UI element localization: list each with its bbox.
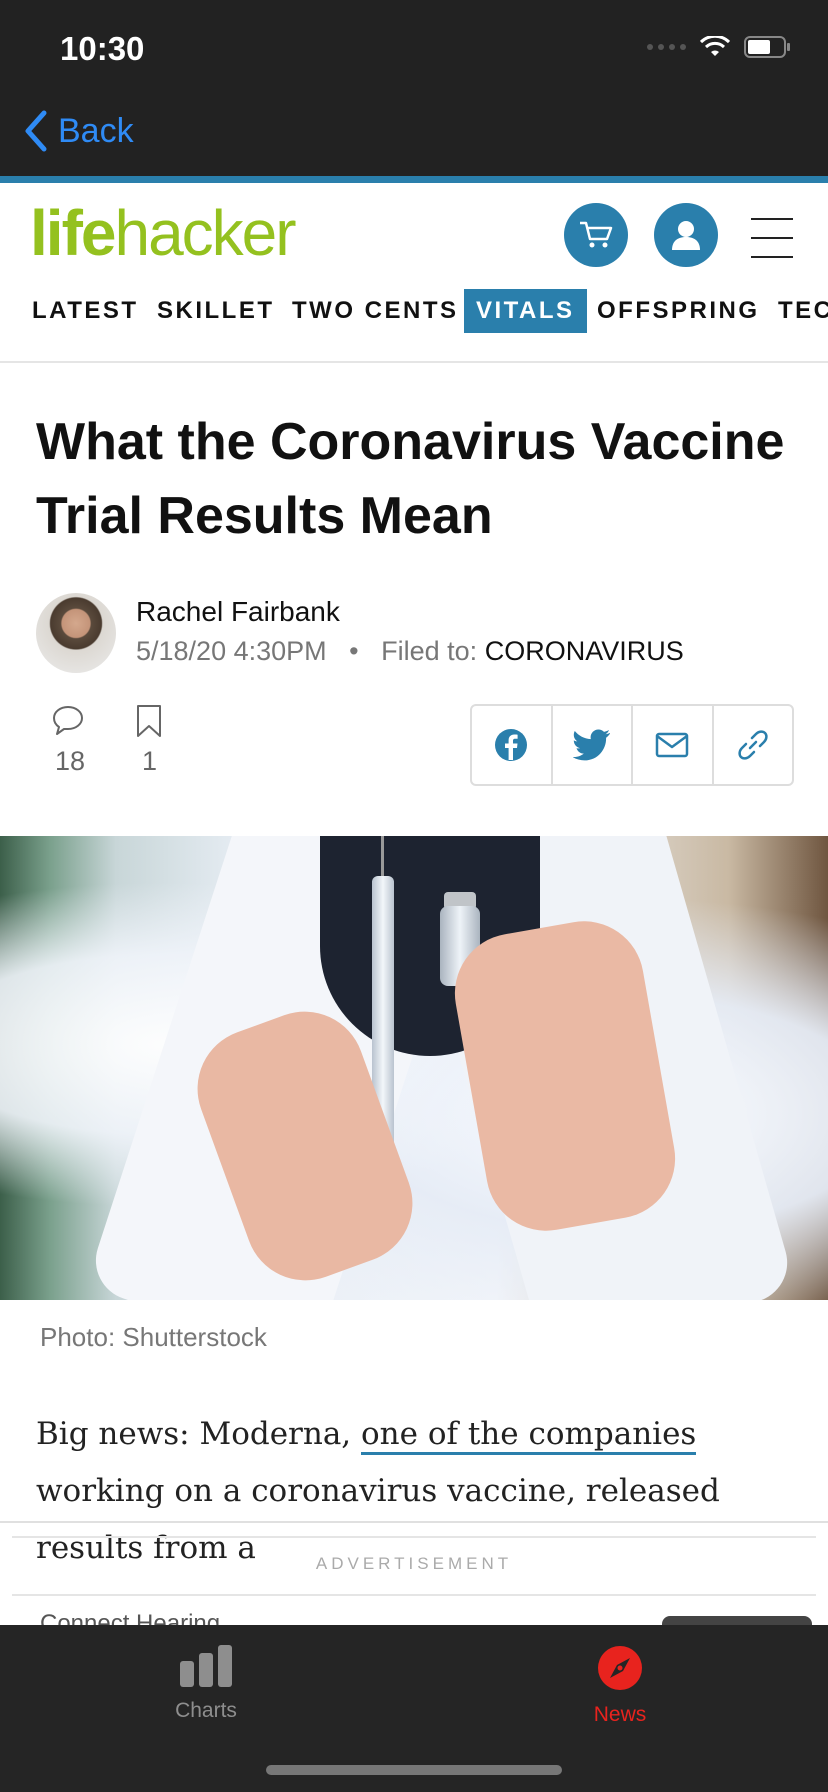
body-text-start: Big news: Moderna, [36,1416,362,1452]
status-bar: 10:30 [0,0,828,100]
bar-chart-icon [180,1645,232,1687]
section-tab-latest[interactable]: LATEST [32,289,139,333]
article-hero-photo [0,836,828,1300]
nav-bar: Back [0,100,828,176]
share-facebook-button[interactable] [472,706,553,784]
comment-icon[interactable] [51,704,85,738]
home-indicator [266,1765,562,1775]
meta-separator: • [334,636,374,666]
logo-part2: hacker [114,197,296,269]
compass-icon [598,1646,642,1690]
link-icon [738,730,768,760]
share-buttons [470,704,794,786]
back-label: Back [58,111,134,150]
status-time: 10:30 [60,30,145,67]
facebook-icon [495,729,528,761]
filed-to-label: Filed to: [381,636,478,666]
author-name[interactable]: Rachel Fairbank [136,596,340,628]
tab-news[interactable]: News [540,1645,700,1727]
article-date: 5/18/20 4:30PM [136,636,327,666]
site-logo[interactable]: lifehacker [30,201,297,265]
account-button[interactable] [654,203,718,267]
cart-icon [580,221,613,248]
comment-count: 18 [55,746,86,776]
section-tab-vitals[interactable]: VITALS [464,289,587,333]
back-button[interactable]: Back [24,110,134,152]
bookmark-count: 1 [142,746,158,776]
site-header: lifehacker LATEST SKILLET TWO CENTS VITA… [0,183,828,363]
bookmark-icon[interactable] [135,704,163,738]
signal-icon [647,44,686,50]
author-avatar[interactable] [36,593,116,673]
article-title: What the Coronavirus Vaccine Trial Resul… [36,413,785,545]
section-nav: LATEST SKILLET TWO CENTS VITALS OFFSPRIN… [0,289,828,333]
logo-part1: life [30,197,116,269]
tab-news-label: News [593,1703,647,1726]
twitter-icon [572,729,610,761]
photo-caption: Photo: Shutterstock [40,1322,267,1352]
section-tab-two-cents[interactable]: TWO CENTS [292,289,459,333]
wifi-icon [700,36,730,56]
user-icon [672,221,700,250]
header-accent-rule [0,176,828,183]
ad-sponsor-name[interactable]: Connect Hearing [40,1610,220,1626]
share-email-button[interactable] [633,706,714,784]
cart-button[interactable] [564,203,628,267]
chevron-left-icon [25,110,47,152]
filed-to-category[interactable]: CORONAVIRUS [485,636,684,666]
status-icons [647,36,792,58]
share-twitter-button[interactable] [553,706,633,784]
section-tab-skillet[interactable]: SKILLET [157,289,275,333]
battery-icon [744,36,790,58]
ad-divider [0,1521,828,1523]
tab-charts[interactable]: Charts [126,1645,286,1723]
body-inline-link[interactable]: one of the companies [361,1416,697,1455]
section-tab-tech[interactable]: TEC [778,289,828,333]
mail-icon [656,732,689,758]
section-tab-offspring[interactable]: OFFSPRING [597,289,760,333]
ad-box[interactable]: Connect Hearing [12,1594,816,1626]
advertisement-label: ADVERTISEMENT [315,1554,513,1573]
article-meta: 5/18/20 4:30PM • Filed to: CORONAVIRUS [136,636,684,667]
tab-charts-label: Charts [175,1699,237,1722]
share-link-button[interactable] [714,706,793,784]
hamburger-menu-icon[interactable] [751,218,793,275]
